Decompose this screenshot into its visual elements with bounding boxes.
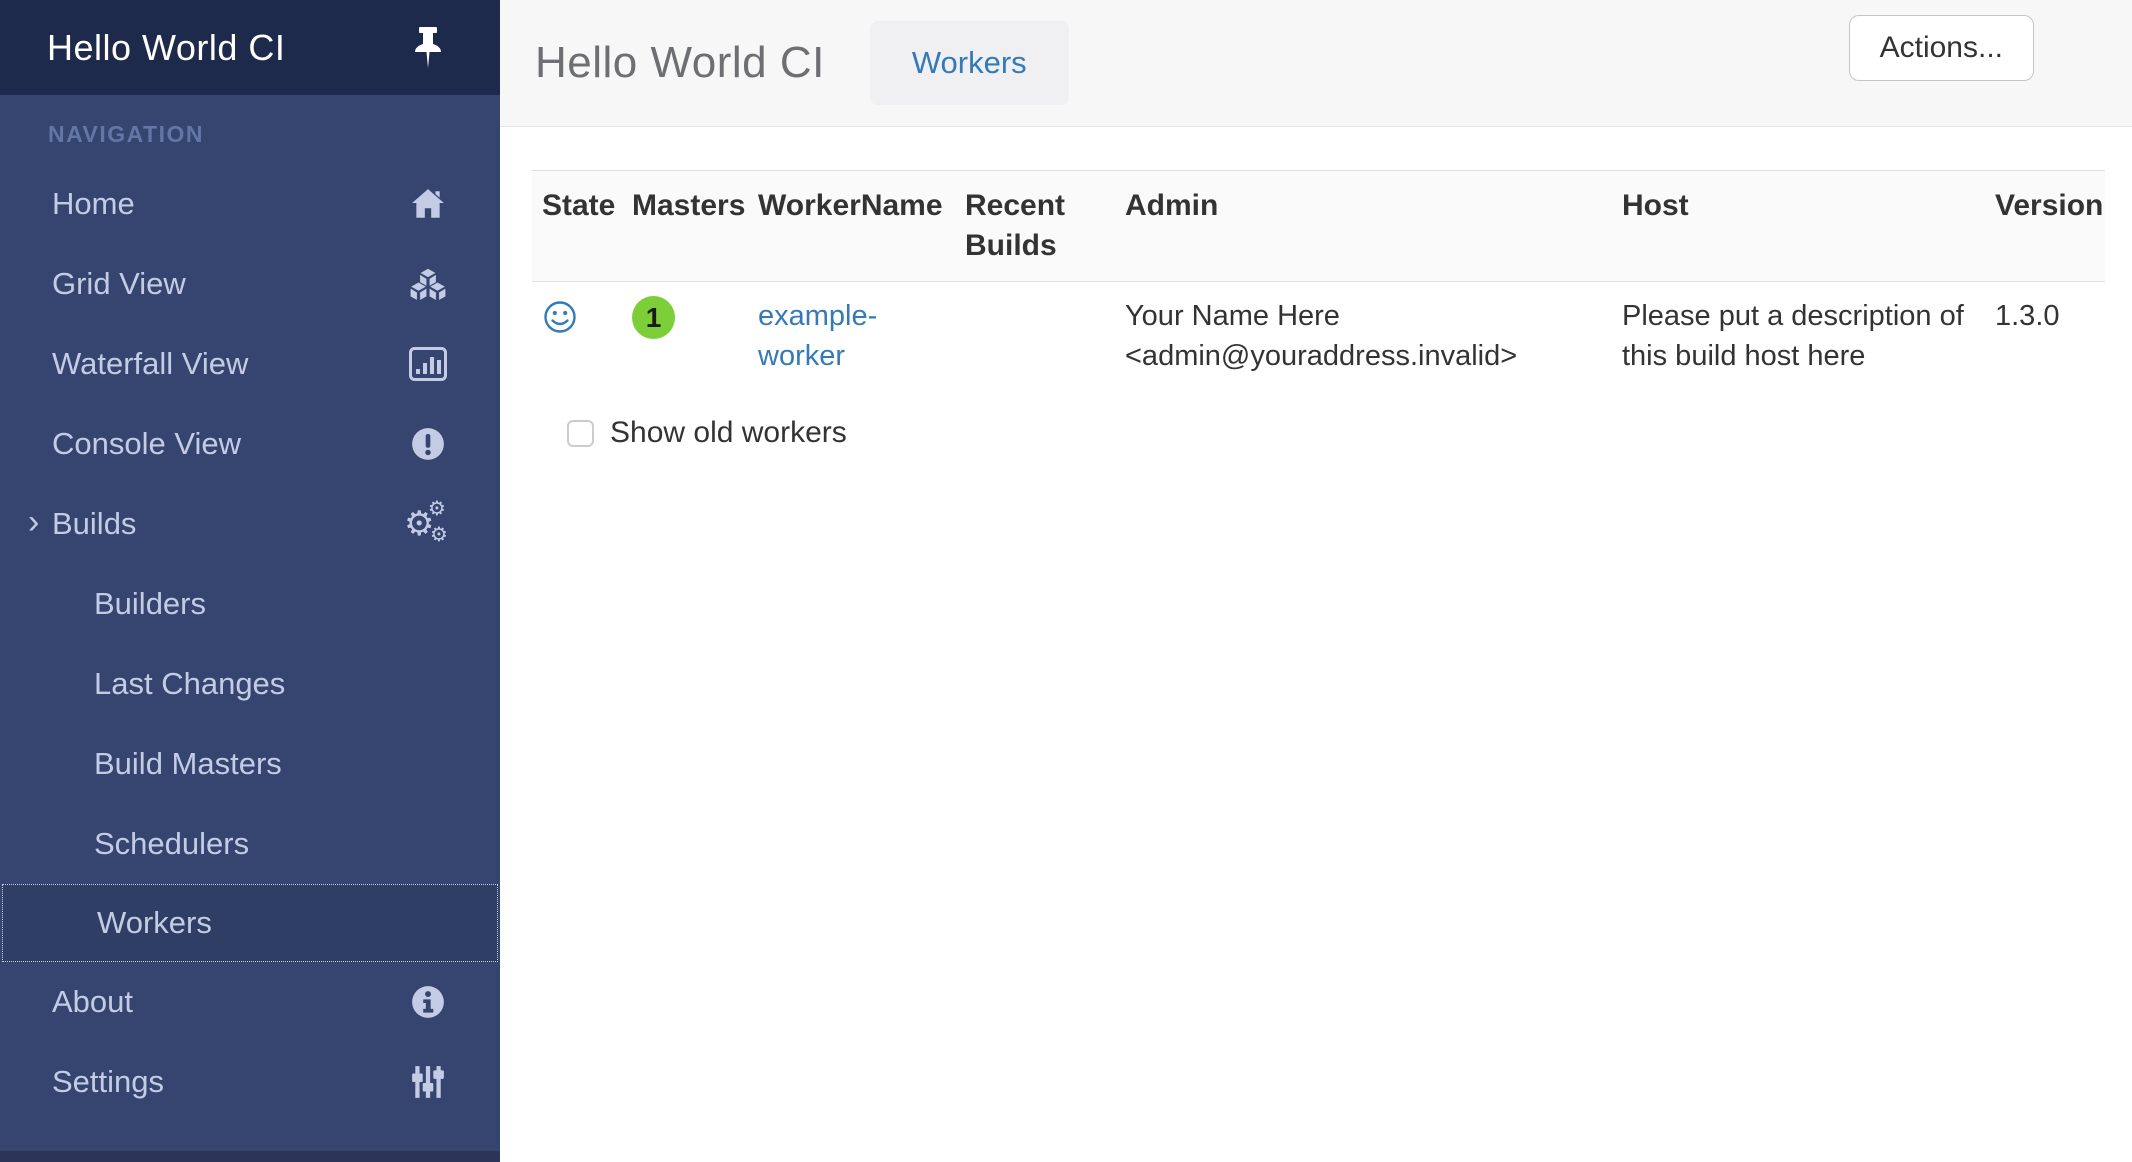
col-header-admin: Admin	[1115, 171, 1612, 282]
sidebar-item-about[interactable]: About	[0, 962, 500, 1042]
exclamation-circle-icon	[408, 424, 448, 464]
sliders-icon	[408, 1062, 448, 1102]
table-header-row: State Masters WorkerName Recent Builds A…	[532, 171, 2105, 282]
sidebar-header: Hello World CI	[0, 0, 500, 95]
buildbot-app: Hello World CI NAVIGATION Home	[0, 0, 2132, 1162]
col-header-host: Host	[1612, 171, 1985, 282]
sidebar-title: Hello World CI	[47, 27, 285, 69]
sidebar-item-last-changes[interactable]: Last Changes	[0, 644, 500, 724]
show-old-workers-toggle[interactable]: Show old workers	[567, 416, 2105, 450]
home-icon	[408, 184, 448, 224]
sidebar: Hello World CI NAVIGATION Home	[0, 0, 500, 1162]
sidebar-item-grid-view[interactable]: Grid View	[0, 244, 500, 324]
main-content: Hello World CI Workers Actions... State …	[500, 0, 2132, 1162]
worker-row: 1 example-worker Your Name Here <admin@y…	[532, 282, 2105, 391]
cogs-icon: ⚙ ⚙ ⚙	[404, 502, 448, 546]
tab-workers[interactable]: Workers	[870, 21, 1069, 105]
col-header-masters: Masters	[622, 171, 748, 282]
sidebar-item-console-view[interactable]: Console View	[0, 404, 500, 484]
info-circle-icon	[408, 982, 448, 1022]
sidebar-item-home[interactable]: Home	[0, 164, 500, 244]
actions-button[interactable]: Actions...	[1849, 15, 2034, 81]
show-old-workers-label[interactable]: Show old workers	[610, 416, 847, 450]
masters-count-badge[interactable]: 1	[632, 296, 675, 339]
version-cell: 1.3.0	[1985, 282, 2105, 391]
sidebar-item-settings[interactable]: Settings	[0, 1042, 500, 1122]
col-header-workername: WorkerName	[748, 171, 955, 282]
workers-table: State Masters WorkerName Recent Builds A…	[532, 170, 2105, 390]
col-header-recent-builds: Recent Builds	[955, 171, 1115, 282]
chevron-right-icon: ›	[28, 503, 39, 542]
smile-icon	[542, 299, 578, 346]
sidebar-item-schedulers[interactable]: Schedulers	[0, 804, 500, 884]
cubes-icon	[408, 264, 448, 304]
sidebar-item-build-masters[interactable]: Build Masters	[0, 724, 500, 804]
sidebar-footer-strip	[0, 1151, 500, 1162]
sidebar-item-workers[interactable]: Workers	[2, 884, 498, 962]
sidebar-item-builders[interactable]: Builders	[0, 564, 500, 644]
sidebar-item-builds[interactable]: › Builds ⚙ ⚙ ⚙	[0, 484, 500, 564]
bar-chart-icon	[408, 344, 448, 384]
host-cell: Please put a description of this build h…	[1612, 282, 1985, 391]
workers-table-container: State Masters WorkerName Recent Builds A…	[532, 170, 2105, 450]
page-title: Hello World CI	[535, 38, 825, 88]
col-header-state: State	[532, 171, 622, 282]
recent-builds-cell	[955, 282, 1115, 391]
worker-name-link[interactable]: example-worker	[758, 300, 877, 372]
col-header-version: Version	[1985, 171, 2105, 282]
admin-cell: Your Name Here <admin@youraddress.invali…	[1115, 282, 1612, 391]
nav-section-label: NAVIGATION	[0, 95, 500, 164]
page-header: Hello World CI Workers Actions...	[500, 0, 2132, 127]
thumbtack-icon[interactable]	[408, 25, 448, 71]
show-old-workers-checkbox[interactable]	[567, 420, 594, 447]
sidebar-item-waterfall-view[interactable]: Waterfall View	[0, 324, 500, 404]
